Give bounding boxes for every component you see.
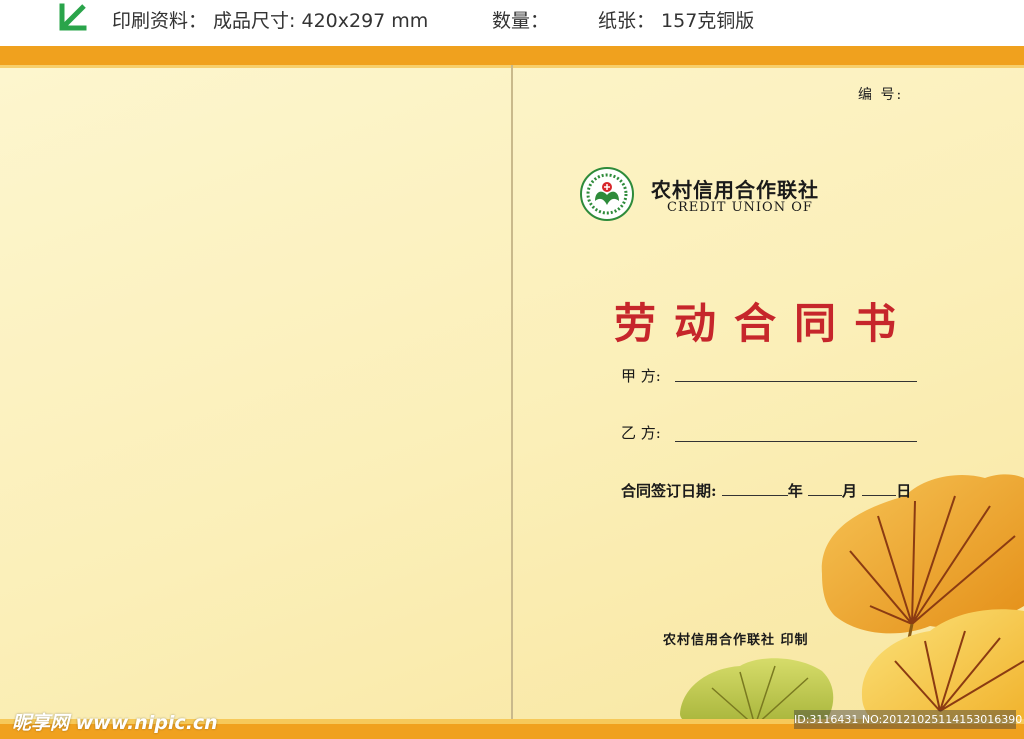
day-blank: [862, 483, 897, 496]
organization-name-cn: 农村信用合作联社: [651, 178, 819, 202]
party-b-field: 乙 方:: [621, 422, 661, 443]
signing-date-field: 合同签订日期: 年 月 日: [621, 480, 911, 501]
image-id-watermark: ID:3116431 NO:20121025114153016390: [794, 710, 1022, 729]
cover-sheet: 编 号: 农村信用合作联社 CREDIT UNION OF 劳动合同书 甲 方:…: [0, 46, 1024, 739]
month-label: 月: [842, 482, 858, 500]
year-blank: [721, 483, 788, 496]
quantity-label: 数量：: [492, 10, 550, 32]
day-label: 日: [896, 482, 912, 500]
printer-credit: 农村信用合作联社 印制: [663, 633, 809, 648]
party-a-label: 甲 方:: [621, 367, 661, 385]
print-size-label: 印刷资料： 成品尺寸: 420x297 mm: [112, 10, 429, 32]
ginkgo-leaves-decoration: [680, 474, 1024, 727]
paper-label: 纸张： 157克铜版: [598, 10, 755, 32]
print-spec-bar: 印刷资料： 成品尺寸: 420x297 mm 数量： 纸张： 157克铜版: [0, 0, 1024, 46]
party-a-field: 甲 方:: [621, 365, 661, 386]
year-label: 年: [787, 482, 803, 500]
document-title: 劳动合同书: [614, 299, 915, 348]
party-a-line: [675, 381, 917, 382]
credit-union-logo-icon: [580, 167, 634, 221]
party-b-label: 乙 方:: [621, 424, 661, 442]
arrow-down-left-icon: [59, 3, 87, 31]
organization-name-en: CREDIT UNION OF: [667, 200, 813, 215]
month-blank: [808, 483, 843, 496]
serial-number-label: 编 号:: [858, 87, 904, 103]
party-b-line: [675, 441, 917, 442]
site-watermark: 昵享网 www.nipic.cn: [12, 712, 218, 734]
signing-date-label: 合同签订日期:: [621, 482, 717, 500]
